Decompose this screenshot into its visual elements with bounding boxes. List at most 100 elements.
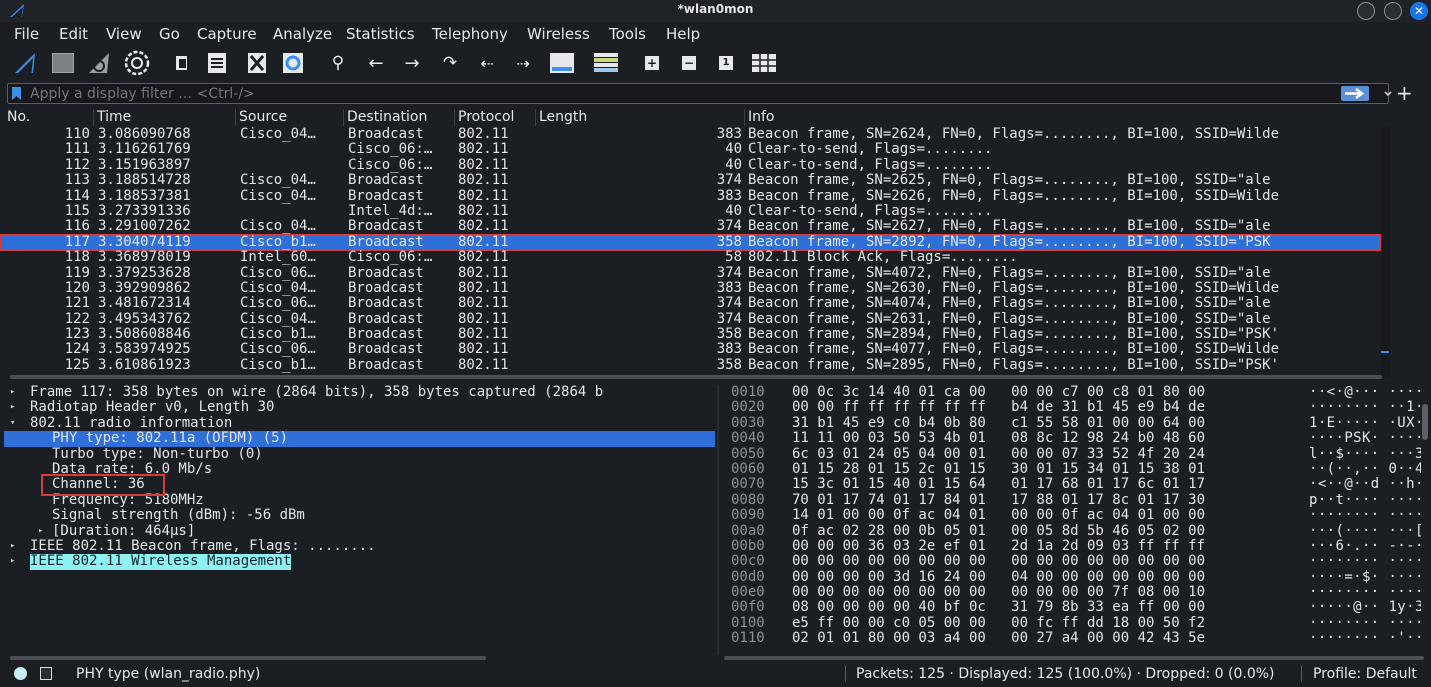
detail-row[interactable]: ▸ IEEE 802.11 Wireless Management [4,553,715,570]
column-no[interactable]: No. [4,109,92,126]
status-profile[interactable]: Profile: Default [1313,666,1417,682]
resize-columns-icon[interactable] [750,50,778,76]
minimize-button[interactable] [1357,2,1375,20]
column-protocol[interactable]: Protocol [454,109,534,126]
bytes-row[interactable]: 00e0 00 00 00 00 00 00 00 00 00 00 00 00 … [731,584,1421,600]
detail-row[interactable]: ▾ 802.11 radio information [4,415,715,431]
packet-row[interactable]: 117 3.304074119 Cisco_b1… Broadcast 802.11 35… [0,233,1381,252]
save-file-icon[interactable] [204,50,230,76]
bytes-row[interactable]: 00b0 00 00 00 36 03 2e ef 01 2d 1a 2d 09 … [731,538,1421,554]
menu-edit[interactable]: Edit [59,25,88,43]
packet-row[interactable]: 110 3.086090768 Cisco_04… Broadcast 802.11 38… [0,127,1380,142]
bytes-row[interactable]: 0080 70 01 17 74 01 17 84 01 17 88 01 17 … [731,492,1421,508]
detail-row[interactable]: ▸ IEEE 802.11 Beacon frame, Flags: ......… [4,538,715,554]
column-destination[interactable]: Destination [343,109,453,126]
bookmark-icon[interactable] [12,87,21,100]
menu-statistics[interactable]: Statistics [346,25,415,43]
packet-row[interactable]: 112 3.151963897 Cisco_06:… 802.11 40 Clear-to… [0,158,1380,173]
zoom-in-icon[interactable]: + [643,50,661,76]
packet-row[interactable]: 118 3.368978019 Intel_60… Cisco_06:… 802.11 5… [0,250,1380,265]
pane-divider[interactable] [717,385,719,655]
packet-row[interactable]: 111 3.116261769 Cisco_06:… 802.11 40 Clear-to… [0,142,1380,157]
packet-row[interactable]: 113 3.188514728 Cisco_04… Broadcast 802.11 37… [0,173,1380,188]
menu-file[interactable]: File [14,25,39,43]
column-info[interactable]: Info [744,109,1380,126]
expand-arrow-icon[interactable]: ▸ [10,539,15,554]
bytes-row[interactable]: 0100 e5 ff 00 00 c0 05 00 00 00 fc ff dd … [731,615,1421,631]
packet-list-scroll-thumb[interactable] [1381,351,1389,353]
packet-row[interactable]: 125 3.610861923 Cisco_b1… Broadcast 802.11 35… [0,358,1380,373]
detail-row[interactable]: PHY type: 802.11a (OFDM) (5) [4,430,715,447]
bytes-row[interactable]: 0090 14 01 00 00 0f ac 04 01 00 00 0f ac … [731,507,1421,523]
go-last-icon[interactable]: ⇢ [512,50,534,76]
open-file-icon[interactable] [172,50,192,76]
bytes-row[interactable]: 0110 02 01 01 80 00 03 a4 00 00 27 a4 00 … [731,630,1421,646]
packet-row[interactable]: 114 3.188537381 Cisco_04… Broadcast 802.11 38… [0,189,1380,204]
detail-row[interactable]: Signal strength (dBm): -56 dBm [4,507,715,523]
expand-arrow-icon[interactable]: ▸ [10,554,15,569]
menu-view[interactable]: View [106,25,142,43]
menu-go[interactable]: Go [159,25,180,43]
bytes-row[interactable]: 00a0 0f ac 02 28 00 0b 05 01 00 05 8d 5b … [731,523,1421,539]
column-source[interactable]: Source [235,109,342,126]
packet-row[interactable]: 119 3.379253628 Cisco_06… Broadcast 802.11 37… [0,266,1380,281]
bytes-row[interactable]: 0040 11 11 00 03 50 53 4b 01 08 8c 12 98 … [731,430,1421,446]
capture-options-gear-icon[interactable] [122,50,152,76]
bytes-row[interactable]: 0050 6c 03 01 24 05 04 00 01 00 00 07 33 … [731,446,1421,462]
menu-analyze[interactable]: Analyze [273,25,332,43]
menu-tools[interactable]: Tools [609,25,646,43]
expand-arrow-icon[interactable]: ▸ [38,524,43,539]
detail-row[interactable]: Turbo type: Non-turbo (0) [4,446,715,462]
bytes-scrollbar[interactable] [1422,404,1428,440]
close-window-button[interactable]: ✕ [1410,2,1428,20]
apply-filter-button[interactable] [1341,86,1369,101]
go-to-packet-icon[interactable]: ↷ [440,50,460,76]
bytes-row[interactable]: 0070 15 3c 01 15 40 01 15 64 01 17 68 01 … [731,476,1421,492]
capture-status-icon[interactable] [14,667,27,680]
go-back-icon[interactable]: ← [366,50,386,76]
shark-fin-start-icon[interactable] [12,50,40,76]
bytes-row[interactable]: 0020 00 00 ff ff ff ff ff ff b4 de 31 b1 … [731,399,1421,415]
go-forward-icon[interactable]: → [402,50,422,76]
display-filter-input[interactable] [30,85,1330,102]
packet-row[interactable]: 115 3.273391336 Intel_4d:… 802.11 40 Clear-to… [0,204,1380,219]
expand-arrow-icon[interactable]: ▸ [10,385,15,400]
packet-row[interactable]: 122 3.495343762 Cisco_04… Broadcast 802.11 37… [0,312,1380,327]
bytes-hscrollbar[interactable] [724,656,1424,660]
packet-list-scrollbar[interactable] [1381,127,1390,377]
packet-list-hscrollbar[interactable] [10,375,1382,379]
maximize-button[interactable] [1384,2,1402,20]
packet-row[interactable]: 124 3.583974925 Cisco_06… Broadcast 802.11 38… [0,342,1380,357]
autoscroll-icon[interactable] [548,50,576,76]
bytes-row[interactable]: 0010 00 0c 3c 14 40 01 ca 00 00 00 c7 00 … [731,385,1421,400]
menu-capture[interactable]: Capture [197,25,257,43]
column-time[interactable]: Time [93,109,234,126]
menu-telephony[interactable]: Telephony [432,25,508,43]
add-filter-button[interactable]: + [1396,81,1413,105]
details-hscrollbar[interactable] [10,656,486,660]
menu-wireless[interactable]: Wireless [527,25,590,43]
detail-row[interactable]: ▸ [Duration: 464µs] [4,523,715,539]
bytes-row[interactable]: 00c0 00 00 00 00 00 00 00 00 00 00 00 00 … [731,553,1421,569]
collapse-arrow-icon[interactable]: ▾ [10,416,15,431]
zoom-out-icon[interactable]: − [680,50,698,76]
detail-row[interactable]: ▸ Radiotap Header v0, Length 30 [4,399,715,415]
colorize-icon[interactable] [592,50,620,76]
packet-row[interactable]: 116 3.291007262 Cisco_04… Broadcast 802.11 37… [0,219,1380,234]
bytes-row[interactable]: 0030 31 b1 45 e9 c0 b4 0b 80 c1 55 58 01 … [731,415,1421,431]
reload-file-icon[interactable] [280,50,306,76]
packet-row[interactable]: 123 3.508608846 Cisco_b1… Broadcast 802.11 35… [0,327,1380,342]
menu-help[interactable]: Help [666,25,700,43]
find-packet-icon[interactable]: ⚲ [328,50,348,76]
chevron-down-icon[interactable] [1382,86,1394,101]
packet-row[interactable]: 120 3.392909862 Cisco_04… Broadcast 802.11 38… [0,281,1380,296]
edit-comment-icon[interactable] [40,667,52,680]
bytes-row[interactable]: 00d0 00 00 00 00 3d 16 24 00 04 00 00 00 … [731,569,1421,585]
bytes-row[interactable]: 00f0 08 00 00 00 00 40 bf 0c 31 79 8b 33 … [731,600,1421,616]
close-file-icon[interactable] [244,50,270,76]
packet-row[interactable]: 121 3.481672314 Cisco_06… Broadcast 802.11 37… [0,296,1380,311]
restart-shark-icon[interactable] [86,50,114,76]
detail-row[interactable]: ▸ Frame 117: 358 bytes on wire (2864 bits… [4,385,715,400]
go-first-icon[interactable]: ⇠ [476,50,498,76]
bytes-row[interactable]: 0060 01 15 28 01 15 2c 01 15 30 01 15 34 … [731,461,1421,477]
